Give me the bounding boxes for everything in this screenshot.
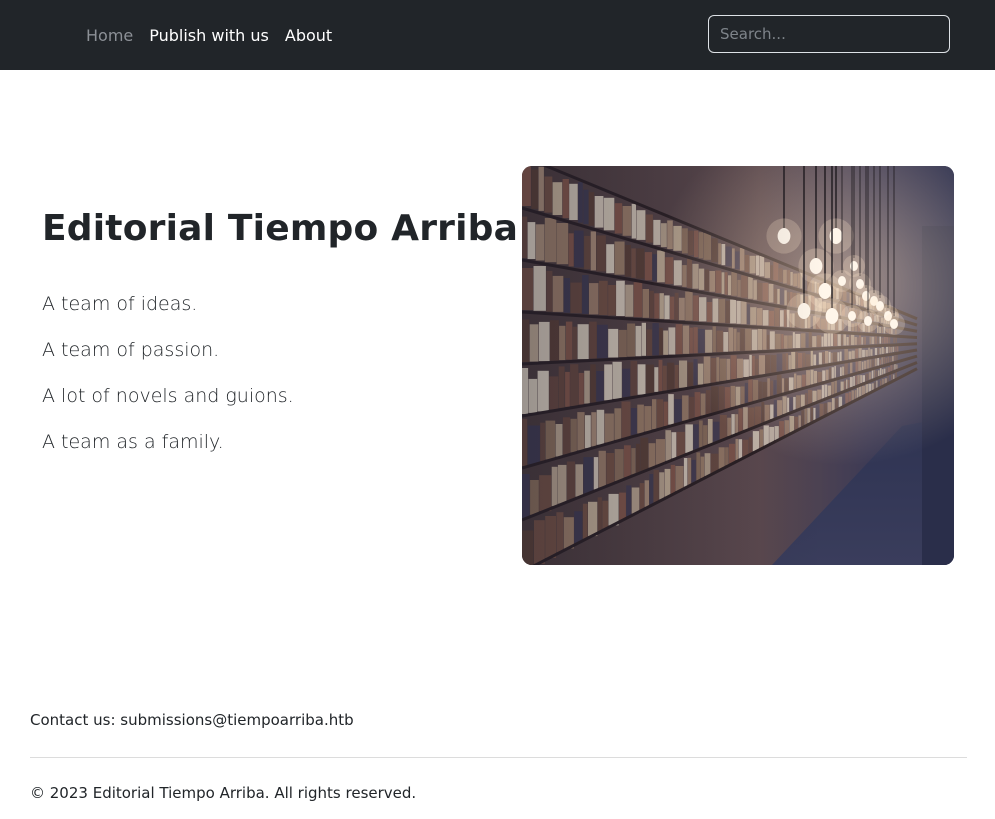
top-navbar: Home Publish with us About (0, 0, 995, 70)
library-image (522, 166, 954, 565)
nav-link-publish[interactable]: Publish with us (149, 26, 269, 45)
contact-line: Contact us: submissions@tiempoarriba.htb (30, 711, 354, 729)
nav-link-home[interactable]: Home (86, 26, 133, 45)
hero-taglines: A team of ideas. A team of passion. A lo… (42, 290, 294, 474)
nav-links: Home Publish with us About (86, 0, 332, 70)
contact-email[interactable]: submissions@tiempoarriba.htb (120, 711, 353, 729)
tagline-passion: A team of passion. (42, 339, 220, 361)
footer-divider (30, 757, 967, 758)
tagline-ideas: A team of ideas. (42, 293, 198, 315)
contact-label: Contact us: (30, 711, 116, 729)
nav-link-about[interactable]: About (285, 26, 332, 45)
tagline-family: A team as a family. (42, 431, 224, 453)
library-bookshelf-illustration (522, 166, 954, 565)
search-input[interactable] (708, 15, 950, 53)
tagline-novels: A lot of novels and guions. (42, 385, 294, 407)
copyright-text: © 2023 Editorial Tiempo Arriba. All righ… (30, 784, 417, 802)
hero-title: Editorial Tiempo Arriba (42, 208, 519, 249)
